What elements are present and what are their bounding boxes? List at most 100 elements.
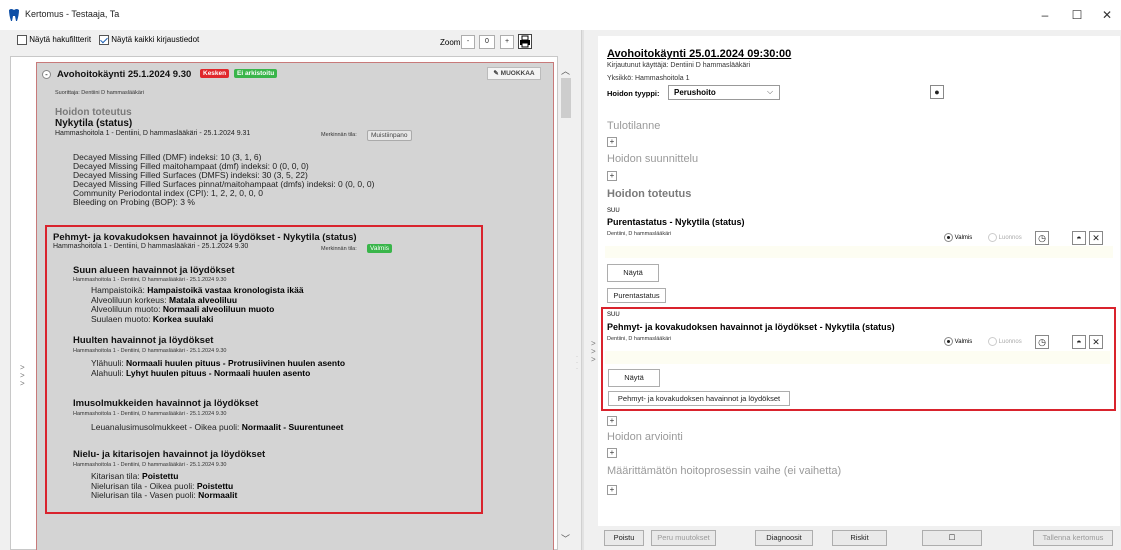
add-toteutus-button[interactable]: + <box>607 416 617 426</box>
scroll-thumb[interactable] <box>561 78 571 118</box>
index-bop: Bleeding on Probing (BOP): 3 % <box>73 197 195 207</box>
status-badge-archive: Ei arkistoitu <box>234 69 278 78</box>
status-state-badge: Muistiinpano <box>367 130 412 141</box>
edit-button[interactable]: ✎ MUOKKAA <box>487 67 541 80</box>
entry1-author: Dentiini, D hammaslääkäri <box>607 231 672 237</box>
eye-icon: ◓ <box>1076 233 1082 243</box>
zoom-value-field[interactable]: 0 <box>479 35 495 49</box>
diagnoses-button[interactable]: Diagnoosit <box>755 530 813 546</box>
entry2-link-button[interactable]: Pehmyt- ja kovakudoksen havainnot ja löy… <box>608 391 790 406</box>
entry2-radio-valmis[interactable]: Valmis <box>944 337 972 346</box>
print-button[interactable] <box>518 34 532 49</box>
mouth-heading: Suun alueen havainnot ja löydökset <box>73 265 235 276</box>
save-record-button[interactable]: Tallenna kertomus <box>1033 530 1113 546</box>
logged-user: Kirjautunut käyttäjä: Dentiini D hammasl… <box>607 62 751 69</box>
entry1-content-area <box>605 246 1113 258</box>
window-button[interactable]: ☐ <box>922 530 982 546</box>
entry2-remove-button[interactable]: ✕ <box>1089 335 1103 349</box>
row-label: Leuanalusimusolmukkeet - Oikea puoli: <box>91 422 240 432</box>
status-badge-kesken: Kesken <box>200 69 230 78</box>
add-maarittamaton-button[interactable]: + <box>607 485 617 495</box>
zoom-in-button[interactable]: + <box>500 35 514 49</box>
entry1-radio-valmis[interactable]: Valmis <box>944 233 972 242</box>
collapse-icon[interactable]: - <box>42 70 51 79</box>
pencil-icon: ✎ <box>493 70 499 77</box>
status-state-label: Merkinnän tila: <box>321 132 357 138</box>
row-label: Nielurisan tila - Oikea puoli: <box>91 480 195 491</box>
risks-button[interactable]: Riskit <box>832 530 887 546</box>
clock-icon: ◷ <box>1038 337 1046 347</box>
add-tulotilanne-button[interactable]: + <box>607 137 617 147</box>
status-heading: Nykytila (status) <box>55 118 133 129</box>
findings-block[interactable]: Pehmyt- ja kovakudoksen havainnot ja löy… <box>45 225 483 514</box>
entry1-radio-luonnos[interactable]: Luonnos <box>988 233 1022 242</box>
person-button[interactable]: ● <box>930 85 944 99</box>
radio-label: Valmis <box>954 339 973 346</box>
care-type-select[interactable]: Perushoito ⌵ <box>668 85 780 100</box>
minimize-button[interactable]: – <box>1035 7 1055 23</box>
row-value: Poistettu <box>196 480 234 491</box>
filter-toggle[interactable]: Näytä hakufiltterit <box>17 35 91 45</box>
entry1-show-button[interactable]: Näytä <box>607 264 659 282</box>
pharynx-meta: Hammashoitola 1 - Dentiini, D hammaslääk… <box>73 462 227 468</box>
show-all-label: Näytä kaikki kirjaustiedot <box>111 35 200 45</box>
expand-left-arrows[interactable]: > > > <box>20 364 25 388</box>
window-title: Kertomus - Testaaja, Ta <box>25 9 120 19</box>
printer-icon <box>520 35 530 48</box>
scroll-up-icon[interactable]: ︿ <box>561 64 570 77</box>
add-arviointi-button[interactable]: + <box>607 448 617 458</box>
form-visit-title: Avohoitokäynti 25.01.2024 09:30:00 <box>607 48 792 60</box>
zoom-out-button[interactable]: - <box>461 35 475 49</box>
entry1-remove-button[interactable]: ✕ <box>1089 231 1103 245</box>
entry2-radio-luonnos[interactable]: Luonnos <box>988 337 1022 346</box>
pharynx-rows: Kitarisan tila: Poistettu Nielurisan til… <box>91 471 237 501</box>
filters-checkbox[interactable] <box>17 35 27 45</box>
show-all-checkbox[interactable] <box>99 35 109 45</box>
row-value: Lyhyt huulen pituus - Normaali huulen as… <box>125 368 311 378</box>
row-label: Suulaen muoto: <box>91 313 151 324</box>
section-arviointi: Hoidon arviointi <box>607 431 683 443</box>
row-value: Poistettu <box>142 471 179 481</box>
mouth-rows: Hampaistoikä: Hampaistoikä vastaa kronol… <box>91 285 304 324</box>
add-suunnittelu-button[interactable]: + <box>607 171 617 181</box>
maximize-button[interactable]: ☐ <box>1067 7 1087 23</box>
entry2-block[interactable]: SUU Pehmyt- ja kovakudoksen havainnot ja… <box>601 307 1116 411</box>
expand-right-arrows[interactable]: > > > <box>591 340 596 364</box>
row-label: Alveoliluun korkeus: <box>91 294 167 305</box>
findings-state-label: Merkinnän tila: <box>321 246 357 252</box>
section-toteutus: Hoidon toteutus <box>607 188 692 200</box>
exit-button[interactable]: Poistu <box>604 530 644 546</box>
close-icon: ✕ <box>1092 233 1100 243</box>
care-type-label: Hoidon tyyppi: <box>607 89 660 98</box>
glands-meta: Hammashoitola 1 - Dentiini, D hammaslääk… <box>73 411 227 417</box>
scroll-down-icon[interactable]: ﹀ <box>561 532 570 545</box>
visit-form <box>598 36 1120 526</box>
row-label: Nielurisan tila - Vasen puoli: <box>91 490 196 500</box>
show-all-toggle[interactable]: Näytä kaikki kirjaustiedot <box>99 35 199 45</box>
left-scrollbar[interactable]: ︿ ﹀ <box>558 56 574 550</box>
tooth-icon <box>9 9 19 21</box>
row-value: Normaali huulen pituus - Protrusiivinen … <box>125 358 346 368</box>
lips-meta: Hammashoitola 1 - Dentiini, D hammaslääk… <box>73 348 227 354</box>
unit-label: Yksikkö: Hammashoitola 1 <box>607 75 690 82</box>
row-label: Alahuuli: <box>91 368 124 378</box>
entry1-eye-button[interactable]: ◓ <box>1072 231 1086 245</box>
entry2-show-button[interactable]: Näytä <box>608 369 660 387</box>
splitter-grip[interactable]: · · · <box>576 354 578 372</box>
entry2-tag: SUU <box>607 312 620 318</box>
status-meta: Hammashoitola 1 - Dentiini, D hammaslääk… <box>55 130 251 137</box>
findings-state-badge: Valmis <box>367 244 393 253</box>
undo-changes-button[interactable]: Peru muutokset <box>651 530 716 546</box>
entry1-title: Purentastatus - Nykytila (status) <box>607 217 745 227</box>
entry1-clock-button[interactable]: ◷ <box>1035 231 1049 245</box>
lips-rows: Ylähuuli: Normaali huulen pituus - Protr… <box>91 358 345 378</box>
row-value: Korkea suulaki <box>152 313 214 324</box>
findings-meta: Hammashoitola 1 - Dentiini, D hammaslääk… <box>53 243 249 250</box>
entry2-clock-button[interactable]: ◷ <box>1035 335 1049 349</box>
row-label: Kitarisan tila: <box>91 471 140 481</box>
close-button[interactable]: ✕ <box>1097 7 1117 23</box>
entry1-link-button[interactable]: Purentastatus <box>607 288 666 303</box>
entry2-author: Dentiini, D hammaslääkäri <box>607 336 672 342</box>
zoom-label: Zoom <box>440 38 461 47</box>
entry2-eye-button[interactable]: ◓ <box>1072 335 1086 349</box>
